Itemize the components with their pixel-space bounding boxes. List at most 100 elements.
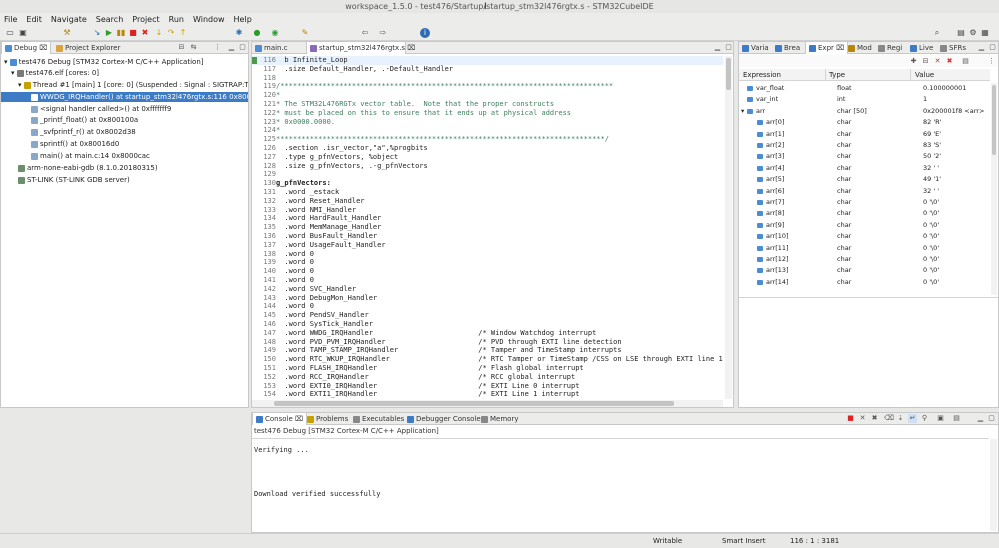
- tree-row[interactable]: _svfprintf_r() at 0x8002d38: [1, 127, 248, 137]
- remove-all-launches-icon[interactable]: ✖: [870, 414, 879, 423]
- perspective-icon[interactable]: ▤: [956, 28, 966, 38]
- nav-back-icon[interactable]: ⇦: [360, 28, 370, 38]
- code-area[interactable]: 116 b Infinite_Loop 117 .size Default_Han…: [252, 56, 723, 399]
- expression-row[interactable]: arr[9] char 0 '\0': [739, 220, 990, 231]
- expression-row[interactable]: var_float float 0.100000001: [739, 83, 990, 94]
- expression-row[interactable]: var_int int 1: [739, 94, 990, 105]
- tree-row[interactable]: sprintf() at 0x80016d0: [1, 139, 248, 149]
- tree-row[interactable]: _printf_float() at 0x800100a: [1, 115, 248, 125]
- tree-row[interactable]: ST-LINK (ST-LINK GDB server): [1, 175, 248, 185]
- collapse-all-icon[interactable]: ⊟: [177, 43, 186, 52]
- column-expression[interactable]: Expression: [743, 69, 781, 81]
- expression-detail-pane[interactable]: [739, 297, 998, 407]
- resume-icon[interactable]: ▶: [104, 28, 114, 38]
- expression-row[interactable]: arr[3] char 50 '2': [739, 151, 990, 162]
- maximize-icon[interactable]: ▢: [238, 43, 247, 52]
- editor-vscrollbar[interactable]: [725, 56, 732, 399]
- expression-row[interactable]: arr[0] char 82 'R': [739, 117, 990, 128]
- expression-row[interactable]: arr[14] char 0 '\0': [739, 277, 990, 288]
- skip-breakpoints-icon[interactable]: ↘: [92, 28, 102, 38]
- add-expression-icon[interactable]: ✚: [909, 57, 918, 66]
- disconnect-icon[interactable]: ✖: [140, 28, 150, 38]
- step-return-icon[interactable]: ↑: [178, 28, 188, 38]
- tab-registers[interactable]: Regi: [875, 42, 905, 54]
- clear-console-icon[interactable]: ⌫: [884, 414, 894, 423]
- tree-row-selected[interactable]: WWDG_IRQHandler() at startup_stm32l476rg…: [1, 92, 248, 102]
- tree-row[interactable]: ▾ test476.elf [cores: 0]: [1, 68, 248, 78]
- tree-row[interactable]: ▾ test476 Debug [STM32 Cortex-M C/C++ Ap…: [1, 57, 248, 67]
- tab-breakpoints[interactable]: Brea: [772, 42, 803, 54]
- minimize-icon[interactable]: ▁: [227, 43, 236, 52]
- step-over-icon[interactable]: ↷: [166, 28, 176, 38]
- pin-console-icon[interactable]: ⚲: [920, 414, 929, 423]
- open-console-icon[interactable]: ▤: [952, 414, 961, 423]
- collapse-all-icon[interactable]: ⊟: [921, 57, 930, 66]
- build-icon[interactable]: ⚒: [62, 28, 72, 38]
- tree-row[interactable]: ▾ Thread #1 [main] 1 [core: 0] (Suspende…: [1, 80, 248, 90]
- quick-access-search-icon[interactable]: ⌕: [932, 28, 942, 38]
- expression-row[interactable]: arr[6] char 32 ' ': [739, 186, 990, 197]
- expression-row[interactable]: arr[10] char 0 '\0': [739, 231, 990, 242]
- console-output[interactable]: Verifying ... Download verified successf…: [252, 438, 989, 532]
- hscroll-thumb[interactable]: [274, 401, 674, 406]
- minimize-icon[interactable]: ▁: [977, 43, 986, 52]
- tab-console[interactable]: Console ⌧: [252, 413, 308, 425]
- display-selected-console-icon[interactable]: ▣: [936, 414, 945, 423]
- remove-all-icon[interactable]: ✖: [945, 57, 954, 66]
- maximize-icon[interactable]: ▢: [724, 43, 733, 52]
- tab-variables[interactable]: Varia: [739, 42, 772, 54]
- tab-problems[interactable]: Problems: [304, 413, 351, 425]
- run-icon[interactable]: ●: [252, 28, 262, 38]
- menu-edit[interactable]: Edit: [26, 15, 42, 24]
- menu-file[interactable]: File: [4, 15, 17, 24]
- external-tools-icon[interactable]: ◉: [270, 28, 280, 38]
- debug-icon[interactable]: ✱: [234, 28, 244, 38]
- minimize-icon[interactable]: ▁: [713, 43, 722, 52]
- remove-icon[interactable]: ✕: [933, 57, 942, 66]
- expand-arrow-icon[interactable]: ▾: [11, 69, 15, 77]
- nav-forward-icon[interactable]: ⇨: [378, 28, 388, 38]
- tab-project-explorer[interactable]: Project Explorer: [53, 42, 123, 54]
- view-menu-icon[interactable]: ⋮: [987, 57, 996, 66]
- step-into-icon[interactable]: ↓: [154, 28, 164, 38]
- view-menu-icon[interactable]: ⋮: [213, 43, 222, 52]
- menu-search[interactable]: Search: [96, 15, 123, 24]
- tab-live-expressions[interactable]: Live: [907, 42, 936, 54]
- tab-debugger-console[interactable]: Debugger Console: [404, 413, 484, 425]
- status-insert-mode[interactable]: Smart Insert: [722, 534, 765, 548]
- expression-row[interactable]: arr[2] char 83 'S': [739, 140, 990, 151]
- terminate-icon[interactable]: ■: [128, 28, 138, 38]
- tab-modules[interactable]: Mod: [845, 42, 875, 54]
- menu-project[interactable]: Project: [132, 15, 159, 24]
- tab-startup-s[interactable]: startup_stm32l476rgtx.s ⌧: [306, 42, 415, 54]
- editor-hscrollbar[interactable]: [252, 400, 723, 407]
- maximize-icon[interactable]: ▢: [987, 414, 996, 423]
- expression-row[interactable]: arr[12] char 0 '\0': [739, 254, 990, 265]
- expression-row[interactable]: arr[5] char 49 '1': [739, 174, 990, 185]
- terminate-icon[interactable]: ■: [846, 414, 855, 423]
- tab-expressions[interactable]: Expr ⌧: [805, 42, 849, 54]
- tree-row[interactable]: main() at main.c:14 0x8000cac: [1, 151, 248, 161]
- debug-perspective-icon[interactable]: ⚙: [968, 28, 978, 38]
- word-wrap-icon[interactable]: ↵: [908, 414, 917, 423]
- expression-row[interactable]: arr[8] char 0 '\0': [739, 208, 990, 219]
- maximize-icon[interactable]: ▢: [988, 43, 997, 52]
- tab-sfrs[interactable]: SFRs: [937, 42, 969, 54]
- menu-run[interactable]: Run: [169, 15, 184, 24]
- menu-window[interactable]: Window: [193, 15, 225, 24]
- cpp-perspective-icon[interactable]: ▦: [980, 28, 990, 38]
- minimize-icon[interactable]: ▁: [976, 414, 985, 423]
- vscroll-thumb[interactable]: [726, 58, 731, 90]
- expand-arrow-icon[interactable]: ▾: [4, 58, 8, 66]
- menu-help[interactable]: Help: [234, 15, 252, 24]
- expression-row[interactable]: arr[11] char 0 '\0': [739, 243, 990, 254]
- tree-row[interactable]: arm-none-eabi-gdb (8.1.0.20180315): [1, 163, 248, 173]
- tab-executables[interactable]: Executables: [350, 413, 407, 425]
- info-icon[interactable]: i: [420, 28, 430, 38]
- vscroll-thumb[interactable]: [992, 85, 996, 155]
- column-value[interactable]: Value: [915, 69, 934, 81]
- tree-row[interactable]: <signal handler called>() at 0xfffffff9: [1, 104, 248, 114]
- expression-row[interactable]: ▾ arr char [50] 0x200001f8 <arr>: [739, 106, 990, 117]
- tab-main-c[interactable]: main.c: [252, 42, 304, 54]
- expressions-vscrollbar[interactable]: [991, 83, 997, 295]
